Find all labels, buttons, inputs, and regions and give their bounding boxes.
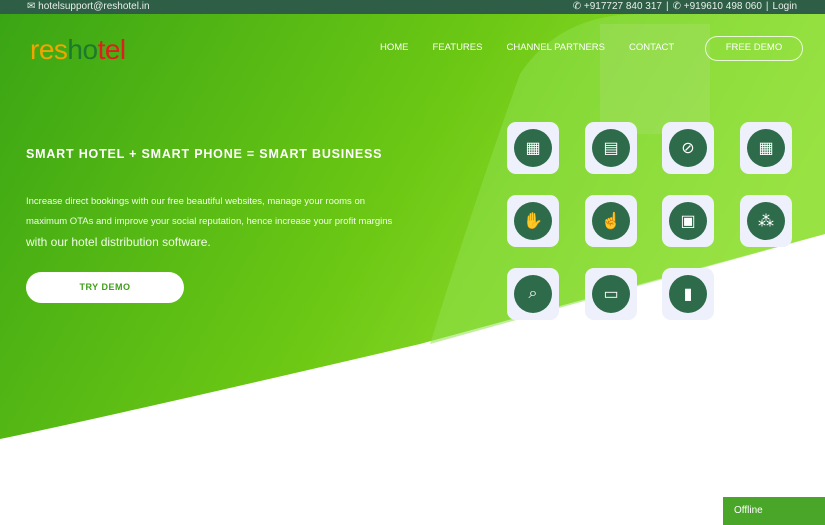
network-people-icon: ⁂	[747, 202, 785, 240]
nav-home[interactable]: HOME	[380, 42, 409, 53]
no-commission-icon: ⊘	[669, 129, 707, 167]
feature-tile[interactable]: ▣	[662, 195, 714, 247]
chat-status-offline[interactable]: Offline	[723, 497, 825, 525]
try-demo-button[interactable]: TRY DEMO	[26, 272, 184, 303]
feature-tile[interactable]: ▦	[507, 122, 559, 174]
feature-tile[interactable]: ▦	[740, 122, 792, 174]
document-search-icon: ⌕	[514, 275, 552, 313]
free-demo-button[interactable]: FREE DEMO	[705, 36, 803, 61]
nav-features[interactable]: FEATURES	[433, 42, 483, 53]
desc-highlight: with our hotel distribution software.	[26, 235, 211, 249]
nav-contact[interactable]: CONTACT	[629, 42, 674, 53]
phone-1-text: +917727 840 317	[583, 1, 662, 12]
reshotel-logo[interactable]: reshotel	[30, 34, 126, 66]
phone-1[interactable]: ✆ +917727 840 317	[573, 0, 662, 14]
logo-part-res: res	[30, 34, 68, 65]
mobile-tap-icon: ☝	[592, 202, 630, 240]
gallery-icon: ▣	[669, 202, 707, 240]
hero-tagline: SMART HOTEL + SMART PHONE = SMART BUSINE…	[26, 147, 383, 161]
nav-channel-partners[interactable]: CHANNEL PARTNERS	[506, 42, 605, 53]
feature-tile[interactable]: ⁂	[740, 195, 792, 247]
main-nav: HOME FEATURES CHANNEL PARTNERS CONTACT	[380, 42, 674, 53]
feature-tile[interactable]: ☝	[585, 195, 637, 247]
feature-tile[interactable]: ✋	[507, 195, 559, 247]
feature-tile[interactable]: ▤	[585, 122, 637, 174]
phone-2[interactable]: ✆ +919610 498 060	[673, 0, 762, 14]
hero-section: reshotel HOME FEATURES CHANNEL PARTNERS …	[0, 14, 825, 444]
feature-tile[interactable]: ⊘	[662, 122, 714, 174]
feature-tile[interactable]: ⌕	[507, 268, 559, 320]
feature-tile[interactable]: ▭	[585, 268, 637, 320]
logo-part-tel: tel	[97, 34, 127, 65]
desc-text: Increase direct bookings with our free b…	[26, 196, 393, 227]
growth-chart-icon: ▮	[669, 275, 707, 313]
login-link[interactable]: Login	[773, 0, 797, 14]
email-text: hotelsupport@reshotel.in	[38, 1, 150, 12]
payment-hand-icon: ✋	[514, 202, 552, 240]
calendar-19-icon: ▦	[514, 129, 552, 167]
phone-2-text: +919610 498 060	[683, 1, 762, 12]
booking-book-icon: ▤	[592, 129, 630, 167]
top-bar: ✉ hotelsupport@reshotel.in ✆ +917727 840…	[0, 0, 825, 14]
calendar-grid-icon: ▦	[747, 129, 785, 167]
monitor-hotel-icon: ▭	[592, 275, 630, 313]
logo-part-ho: ho	[67, 34, 98, 65]
hero-description: Increase direct bookings with our free b…	[26, 192, 406, 254]
support-email[interactable]: ✉ hotelsupport@reshotel.in	[27, 0, 150, 14]
feature-tile[interactable]: ▮	[662, 268, 714, 320]
